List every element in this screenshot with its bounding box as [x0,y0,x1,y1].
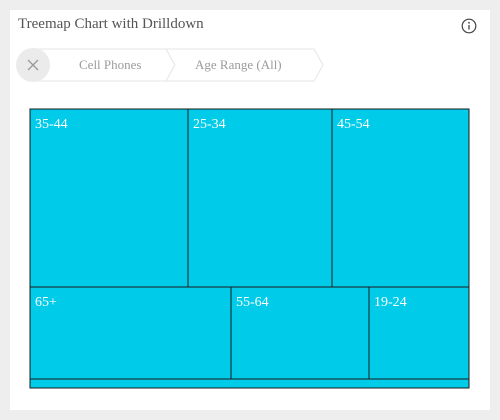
treemap-tile-label: 35-44 [35,117,68,132]
treemap-tile-label: 65+ [35,295,57,310]
treemap-tile-65-plus[interactable] [29,286,232,380]
treemap-tile-label: 55-64 [236,295,269,310]
treemap-tile-label: 45-54 [337,117,370,132]
treemap-tile-25-34[interactable] [187,108,333,288]
treemap-tile-label: 25-34 [193,117,226,132]
treemap-tile-unlabeled[interactable] [29,378,470,389]
treemap-tile-35-44[interactable] [29,108,189,288]
treemap-tile-45-54[interactable] [331,108,470,288]
treemap-tile-label: 19-24 [374,295,407,310]
treemap-chart: 35-44 25-34 45-54 65+ 55-64 19-24 [29,108,470,389]
